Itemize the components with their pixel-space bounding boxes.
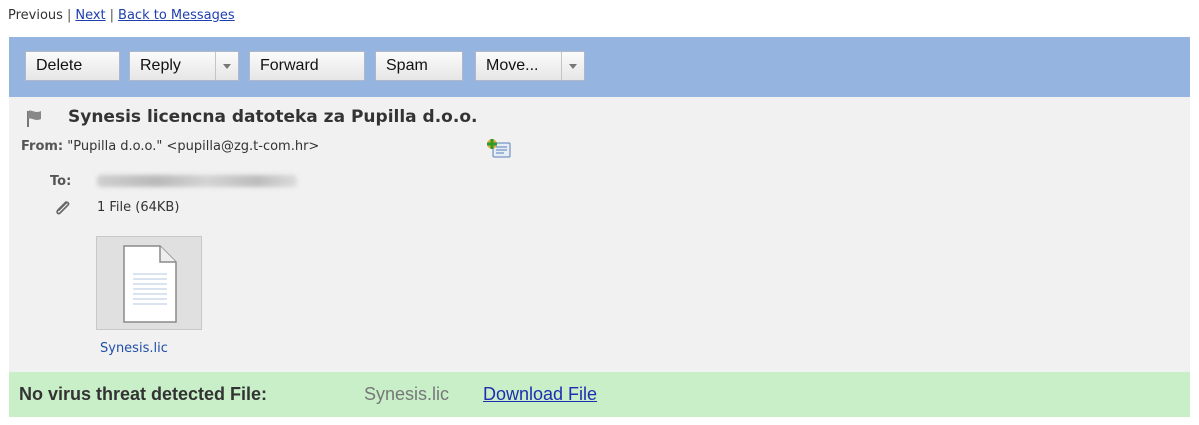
move-button[interactable]: Move... xyxy=(475,51,585,81)
from-row: From: "Pupilla d.o.o." <pupilla@zg.t-com… xyxy=(21,139,319,154)
virus-scan-bar: No virus threat detected File: Synesis.l… xyxy=(9,372,1190,417)
paperclip-icon xyxy=(56,201,70,215)
spam-button[interactable]: Spam xyxy=(375,51,463,81)
flag-icon[interactable] xyxy=(25,108,43,128)
dropdown-caret-icon[interactable] xyxy=(215,52,238,80)
forward-button[interactable]: Forward xyxy=(249,51,365,81)
nav-separator: | xyxy=(109,8,115,23)
attachment-summary: 1 File (64KB) xyxy=(97,200,180,215)
reply-button[interactable]: Reply xyxy=(129,51,239,81)
nav-separator: | xyxy=(66,8,72,23)
document-icon xyxy=(123,245,177,323)
delete-button[interactable]: Delete xyxy=(25,51,120,81)
reply-label: Reply xyxy=(140,57,181,74)
delete-label: Delete xyxy=(36,57,83,74)
attachment-filename-link[interactable]: Synesis.lic xyxy=(100,341,168,356)
attachment-thumbnail[interactable] xyxy=(96,236,202,330)
forward-label: Forward xyxy=(260,57,319,74)
to-label: To: xyxy=(50,174,72,189)
dropdown-caret-icon[interactable] xyxy=(561,52,584,80)
move-label: Move... xyxy=(486,57,539,74)
download-file-link[interactable]: Download File xyxy=(483,372,597,417)
add-contact-icon[interactable] xyxy=(484,137,512,159)
message-subject: Synesis licencna datoteka za Pupilla d.o… xyxy=(68,107,478,127)
previous-link: Previous xyxy=(8,8,63,23)
sender-address: "Pupilla d.o.o." <pupilla@zg.t-com.hr> xyxy=(67,139,320,154)
message-toolbar: Delete Reply Forward Spam Move... xyxy=(9,37,1190,97)
next-link[interactable]: Next xyxy=(75,8,105,23)
spam-label: Spam xyxy=(386,57,428,74)
scanned-filename: Synesis.lic xyxy=(364,384,450,404)
recipient-address-blurred xyxy=(97,175,297,187)
message-navigation: Previous | Next | Back to Messages xyxy=(8,8,235,23)
back-to-messages-link[interactable]: Back to Messages xyxy=(118,8,235,23)
virus-status: No virus threat detected File: xyxy=(19,384,268,404)
from-label: From: xyxy=(21,139,64,154)
